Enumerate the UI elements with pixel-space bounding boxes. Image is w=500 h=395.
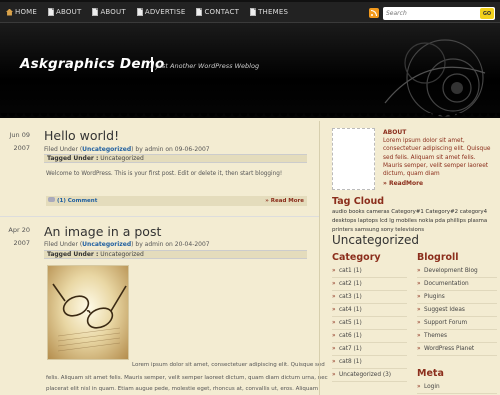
post-body-line: placerat elit nisl in quam. Etiam augue … bbox=[46, 386, 319, 392]
post-date-day: Jun 09 bbox=[9, 131, 31, 139]
tagged-value[interactable]: Uncategorized bbox=[100, 251, 143, 258]
site-header: Askgraphics Demo Just Another WordPress … bbox=[0, 23, 500, 118]
meta-list: Login bbox=[417, 381, 497, 394]
tag-cloud-tags[interactable]: audio books cameras Category#1 Category#… bbox=[332, 209, 487, 233]
home-icon bbox=[6, 8, 13, 16]
category-list: cat1 (1) cat2 (1) cat3 (1) cat4 (1) cat5… bbox=[332, 265, 407, 382]
page-icon bbox=[92, 8, 99, 16]
category-item[interactable]: cat7 (1) bbox=[332, 343, 407, 356]
search-box: GO bbox=[383, 7, 495, 20]
category-item[interactable]: cat5 (1) bbox=[332, 317, 407, 330]
nav-about[interactable]: ABOUT bbox=[48, 8, 81, 16]
filed-suffix: ) by admin on 20-04-2007 bbox=[131, 241, 210, 248]
category-item[interactable]: cat4 (1) bbox=[332, 304, 407, 317]
blogroll-list: Development Blog Documentation Plugins S… bbox=[417, 265, 497, 356]
page-icon bbox=[196, 8, 203, 16]
post-title[interactable]: Hello world! bbox=[44, 128, 119, 143]
post-divider bbox=[0, 216, 320, 217]
post-date: Apr 20 2007 bbox=[0, 225, 30, 249]
post-footer: (1) Comment » Read More bbox=[46, 196, 307, 206]
blogroll-item[interactable]: Suggest Ideas bbox=[417, 304, 497, 317]
page-icon bbox=[48, 8, 55, 16]
tag-cloud: audio books cameras Category#1 Category#… bbox=[332, 208, 496, 248]
nav-home[interactable]: HOME bbox=[6, 8, 37, 16]
rss-icon[interactable] bbox=[369, 8, 379, 18]
category-item[interactable]: cat2 (1) bbox=[332, 278, 407, 291]
category-link[interactable]: Uncategorized bbox=[82, 241, 131, 248]
tagged-value[interactable]: Uncategorized bbox=[100, 155, 143, 162]
category-item[interactable]: cat1 (1) bbox=[332, 265, 407, 278]
tagged-label: Tagged Under : bbox=[47, 251, 99, 258]
post-content: Welcome to WordPress. This is your first… bbox=[46, 171, 283, 177]
blogroll-heading: Blogroll bbox=[417, 252, 459, 263]
nav-contact[interactable]: CONTACT bbox=[196, 8, 239, 16]
read-more-link[interactable]: » Read More bbox=[265, 196, 304, 206]
post-image bbox=[47, 265, 129, 360]
tag-uncategorized[interactable]: Uncategorized bbox=[332, 233, 419, 247]
post-body-line: felis. Aliquam sit amet felis. Mauris se… bbox=[46, 375, 328, 381]
nav-home-label: HOME bbox=[15, 8, 38, 16]
title-separator bbox=[151, 57, 153, 72]
header-scallop-edge bbox=[0, 113, 500, 121]
search-input[interactable] bbox=[386, 8, 476, 19]
blogroll-item[interactable]: WordPress Planet bbox=[417, 343, 497, 356]
main-nav: HOME ABOUT ABOUT ADVERTISE CONTACT THEME… bbox=[6, 8, 288, 16]
glasses-photo-icon bbox=[52, 283, 127, 352]
comments-link[interactable]: (1) Comment bbox=[57, 198, 97, 204]
top-navigation-bar: HOME ABOUT ABOUT ADVERTISE CONTACT THEME… bbox=[0, 0, 500, 23]
tag-cloud-heading: Tag Cloud bbox=[332, 196, 385, 207]
post-meta: Filed Under (Uncategorized) by admin on … bbox=[44, 146, 210, 153]
nav-about-label: ABOUT bbox=[56, 8, 82, 16]
read-more-label: Read More bbox=[270, 198, 304, 204]
filed-suffix: ) by admin on 09-06-2007 bbox=[131, 146, 210, 153]
category-item[interactable]: cat3 (1) bbox=[332, 291, 407, 304]
blogroll-item[interactable]: Development Blog bbox=[417, 265, 497, 278]
post-date-year: 2007 bbox=[13, 144, 30, 152]
page-icon bbox=[136, 8, 143, 16]
site-title[interactable]: Askgraphics Demo bbox=[20, 56, 164, 72]
tagged-bar: Tagged Under : Uncategorized bbox=[44, 154, 307, 163]
about-text: Lorem ipsum dolor sit amet, consectetuer… bbox=[383, 138, 491, 178]
blogroll-item[interactable]: Support Forum bbox=[417, 317, 497, 330]
category-item[interactable]: Uncategorized (3) bbox=[332, 369, 407, 382]
page-icon bbox=[250, 8, 257, 16]
post-meta: Filed Under (Uncategorized) by admin on … bbox=[44, 241, 210, 248]
meta-heading: Meta bbox=[417, 368, 444, 379]
blogroll-item[interactable]: Documentation bbox=[417, 278, 497, 291]
nav-advertise-label: ADVERTISE bbox=[144, 8, 186, 16]
nav-themes[interactable]: THEMES bbox=[250, 8, 288, 16]
post-title[interactable]: An image in a post bbox=[44, 224, 161, 239]
nav-about-2-label: ABOUT bbox=[100, 8, 126, 16]
filed-prefix: Filed Under ( bbox=[44, 241, 83, 248]
sidebar-divider bbox=[319, 121, 320, 395]
blogroll-item[interactable]: Themes bbox=[417, 330, 497, 343]
site-tagline: Just Another WordPress Weblog bbox=[156, 62, 260, 70]
nav-themes-label: THEMES bbox=[258, 8, 289, 16]
blogroll-item[interactable]: Plugins bbox=[417, 291, 497, 304]
swirl-decoration-icon bbox=[384, 39, 486, 117]
category-heading: Category bbox=[332, 252, 381, 263]
about-read-more-link[interactable]: » ReadMore bbox=[383, 180, 423, 187]
comment-icon bbox=[48, 197, 55, 202]
category-link[interactable]: Uncategorized bbox=[82, 146, 131, 153]
post-date: Jun 09 2007 bbox=[0, 130, 31, 154]
category-item[interactable]: cat6 (1) bbox=[332, 330, 407, 343]
post-date-day: Apr 20 bbox=[8, 226, 30, 234]
search-button[interactable]: GO bbox=[480, 8, 494, 19]
post-body-line: Lorem ipsum dolor sit amet, consectetuer… bbox=[132, 362, 325, 368]
nav-contact-label: CONTACT bbox=[204, 8, 240, 16]
meta-login-link[interactable]: Login bbox=[417, 381, 497, 394]
nav-advertise[interactable]: ADVERTISE bbox=[136, 8, 186, 16]
about-image-placeholder bbox=[332, 128, 375, 190]
filed-prefix: Filed Under ( bbox=[44, 146, 83, 153]
tagged-bar: Tagged Under : Uncategorized bbox=[44, 250, 307, 259]
tagged-label: Tagged Under : bbox=[47, 155, 99, 162]
nav-about-2[interactable]: ABOUT bbox=[92, 8, 126, 16]
about-title: ABOUT bbox=[383, 129, 407, 136]
post-date-year: 2007 bbox=[13, 239, 30, 247]
category-item[interactable]: cat8 (1) bbox=[332, 356, 407, 369]
